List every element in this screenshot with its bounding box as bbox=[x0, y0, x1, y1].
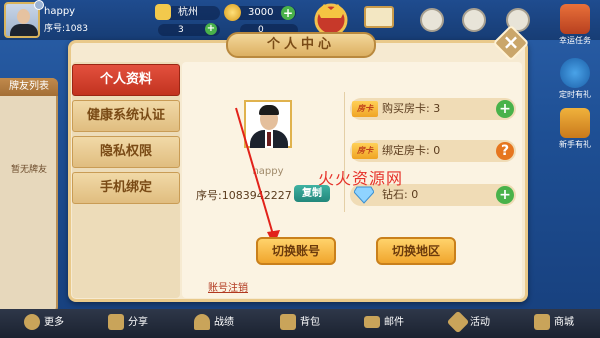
tab-health-system[interactable]: 健康系统认证 bbox=[72, 100, 180, 132]
account-logout-link[interactable]: 账号注销 bbox=[208, 279, 248, 294]
bottom-mail-button[interactable]: 邮件 bbox=[364, 313, 404, 333]
backpack-icon bbox=[280, 314, 296, 330]
help-icon[interactable] bbox=[462, 8, 486, 32]
bottom-more-button[interactable]: 更多 bbox=[24, 313, 64, 333]
city-label: 杭州 bbox=[178, 7, 198, 18]
newbie-gift-label: 新手有礼 bbox=[559, 140, 591, 149]
bound-card-icon: 房卡 bbox=[352, 143, 378, 159]
bind-room-card-label: 绑定房卡: 0 bbox=[382, 144, 441, 157]
pointer-arrow bbox=[235, 107, 280, 246]
bottom-record-button[interactable]: 战绩 bbox=[194, 313, 234, 333]
watermark-text: 火火资源网 bbox=[318, 169, 404, 188]
settings-icon[interactable] bbox=[420, 8, 444, 32]
buy-room-card-label: 购买房卡: 3 bbox=[382, 102, 441, 115]
switch-region-button[interactable]: 切换地区 bbox=[376, 237, 456, 265]
newbie-gift-button[interactable]: 新手有礼 bbox=[556, 108, 594, 150]
buy-room-card-add-button[interactable]: + bbox=[496, 100, 514, 118]
share-icon bbox=[108, 314, 124, 330]
bottom-share-label: 分享 bbox=[128, 317, 148, 328]
lucky-task-button[interactable]: 幸运任务 bbox=[556, 4, 594, 46]
coin-icon bbox=[224, 4, 241, 21]
close-icon[interactable]: × bbox=[498, 28, 524, 54]
top-user-name: happy bbox=[44, 6, 76, 17]
bottom-backpack-label: 背包 bbox=[300, 317, 320, 328]
gift-box-icon bbox=[560, 108, 590, 138]
bottom-activity-label: 活动 bbox=[470, 317, 490, 328]
bottom-more-label: 更多 bbox=[44, 317, 64, 328]
diamond-add-button[interactable]: + bbox=[496, 186, 514, 204]
room-card-icon: 房卡 bbox=[352, 101, 378, 117]
friend-list-panel bbox=[0, 78, 58, 313]
trophy-icon bbox=[194, 314, 210, 330]
switch-account-button[interactable]: 切换账号 bbox=[256, 237, 336, 265]
bottom-mail-label: 邮件 bbox=[384, 317, 404, 328]
tab-personal-info[interactable]: 个人资料 bbox=[72, 64, 180, 96]
friend-list-title: 牌友列表 bbox=[0, 78, 58, 96]
bottom-record-label: 战绩 bbox=[214, 317, 234, 328]
friend-empty-text: 暂无牌友 bbox=[10, 165, 47, 175]
timed-gift-label: 定时有礼 bbox=[559, 90, 591, 99]
gear-icon[interactable] bbox=[34, 0, 44, 10]
shop-bonus-icon[interactable] bbox=[364, 6, 394, 28]
room-card-value: 3 bbox=[178, 25, 184, 35]
treasure-chest-icon bbox=[560, 4, 590, 34]
tab-privacy[interactable]: 隐私权限 bbox=[72, 136, 180, 168]
bottom-share-button[interactable]: 分享 bbox=[108, 313, 148, 333]
clock-icon bbox=[560, 58, 590, 88]
cart-icon bbox=[534, 314, 550, 330]
more-icon bbox=[24, 314, 40, 330]
top-user-serial: 序号:1083 bbox=[44, 24, 88, 34]
bind-room-card-help-button[interactable]: ? bbox=[496, 142, 514, 160]
lucky-task-label: 幸运任务 bbox=[559, 36, 591, 45]
rocket-icon bbox=[446, 310, 470, 334]
tab-phone-binding[interactable]: 手机绑定 bbox=[72, 172, 180, 204]
bottom-activity-button[interactable]: 活动 bbox=[446, 310, 490, 334]
divider bbox=[344, 92, 345, 212]
dialog-title: 个人中心 bbox=[226, 32, 376, 58]
location-icon bbox=[155, 4, 171, 20]
add-coins-button[interactable]: + bbox=[281, 6, 295, 20]
coins-value: 3000 bbox=[248, 7, 274, 18]
bottom-shop-button[interactable]: 商城 bbox=[534, 313, 574, 333]
bottom-shop-label: 商城 bbox=[554, 317, 574, 328]
timed-gift-button[interactable]: 定时有礼 bbox=[556, 58, 594, 100]
bottom-backpack-button[interactable]: 背包 bbox=[280, 313, 320, 333]
add-room-card-button[interactable]: + bbox=[205, 23, 217, 35]
mail-icon bbox=[364, 316, 380, 328]
